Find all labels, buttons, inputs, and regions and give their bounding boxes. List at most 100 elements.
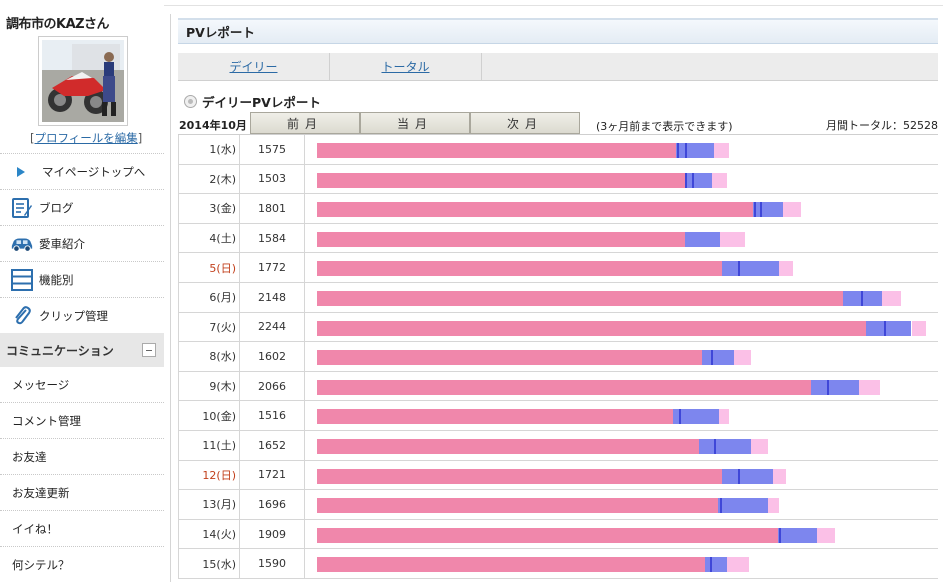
pv-bar-light-segment — [782, 202, 802, 218]
list-icon — [10, 268, 34, 291]
pv-bar-marker — [684, 143, 687, 158]
sidebar-item-label: お友達更新 — [12, 485, 70, 500]
pv-bar-blue-segment — [722, 261, 780, 277]
pv-bar-main-segment — [317, 498, 718, 514]
sidebar-item-what-doing[interactable]: 何シテル？ — [0, 547, 164, 582]
pv-bar-marker — [827, 379, 830, 395]
pv-bar-light-segment — [881, 290, 902, 306]
pv-bar-main-segment — [317, 320, 866, 336]
pv-bar-marker — [711, 350, 714, 366]
sidebar-item-label: 機能別 — [39, 272, 74, 287]
pv-bar-blue-segment — [778, 527, 817, 543]
edit-profile-link-wrap: [プロフィールを編集] — [30, 130, 142, 146]
sidebar-item-label: お友達 — [12, 449, 47, 464]
row-date: 12(日) — [202, 468, 236, 482]
pv-bar-main-segment — [317, 172, 685, 188]
sidebar-item-functions[interactable]: 機能別 — [0, 261, 164, 297]
range-note: (3ヶ月前まで表示できます) — [596, 120, 733, 133]
sidebar-section-communication[interactable]: コミュニケーション — [0, 333, 164, 367]
table-row: 9(木) 2066 — [178, 371, 938, 402]
sidebar-item-friends[interactable]: お友達 — [0, 439, 164, 475]
pv-bar-marker — [760, 202, 763, 218]
pv-bar-marker — [720, 498, 723, 514]
paperclip-icon — [10, 305, 34, 327]
collapse-minus-icon[interactable] — [142, 343, 156, 357]
prev-month-button[interactable]: 前月 — [250, 112, 360, 134]
sidebar-item-likes[interactable]: イイね！ — [0, 511, 164, 547]
pv-bar-main-segment — [317, 350, 702, 366]
pv-bar-main-segment — [317, 557, 706, 573]
pv-bar-light-segment — [720, 231, 746, 247]
pv-bar-light-segment — [712, 172, 727, 188]
table-row: 8(水) 1602 — [178, 342, 938, 372]
sidebar-item-mypage-top[interactable]: マイページトップへ — [0, 153, 164, 189]
pv-bar-main-segment — [317, 438, 699, 454]
row-date: 3(金) — [209, 202, 236, 216]
report-title: デイリーPVレポート — [184, 92, 321, 111]
row-pv-count: 1590 — [239, 549, 305, 578]
table-row: 11(土) 1652 — [178, 430, 938, 461]
table-row: 5(日) 1772 — [178, 253, 938, 283]
row-pv-count: 1909 — [239, 519, 305, 549]
sidebar-item-label: メッセージ — [12, 377, 70, 392]
pv-bar-light-segment — [768, 498, 780, 514]
table-row: 6(月) 2148 — [178, 282, 938, 313]
pv-bar-light-segment — [772, 468, 787, 484]
sidebar-item-label: 愛車紹介 — [39, 236, 85, 251]
sidebar-item-clip[interactable]: クリップ管理 — [0, 297, 164, 333]
sidebar-item-label: マイページトップへ — [42, 164, 146, 179]
row-date: 5(日) — [209, 261, 236, 275]
row-pv-count: 1516 — [239, 401, 305, 430]
table-row: 2(木) 1503 — [178, 164, 938, 195]
row-pv-count: 1696 — [239, 490, 305, 519]
sidebar-item-label: 何シテル？ — [12, 557, 70, 572]
row-date: 10(金) — [202, 409, 236, 423]
pv-bar-marker — [709, 557, 712, 573]
report-tabs: デイリー トータル — [178, 53, 938, 81]
column-divider — [170, 14, 171, 582]
table-row: 14(火) 1909 — [178, 519, 938, 550]
pv-bar-light-segment — [733, 350, 751, 366]
pv-bar-marker — [685, 172, 688, 188]
tab-total-link[interactable]: トータル — [381, 58, 429, 75]
tab-daily-link[interactable]: デイリー — [229, 58, 277, 75]
sidebar-item-label: ブログ — [39, 200, 74, 215]
pv-bar-main-segment — [317, 527, 779, 543]
pv-bar-marker — [753, 202, 756, 218]
next-month-button[interactable]: 次月 — [470, 112, 580, 134]
table-row: 3(金) 1801 — [178, 194, 938, 224]
tab-total[interactable]: トータル — [330, 53, 482, 80]
sidebar-item-blog[interactable]: ブログ — [0, 189, 164, 225]
tab-daily[interactable]: デイリー — [178, 53, 330, 80]
section-title: コミュニケーション — [6, 343, 114, 358]
pv-bar-main-segment — [317, 261, 723, 277]
pv-daily-table: 1(水) 1575 2(木) 1503 3(金) 1801 4(土) 1584 5(日) 1772… — [178, 134, 938, 579]
current-month-button[interactable]: 当月 — [360, 112, 470, 134]
row-date: 11(土) — [202, 439, 236, 453]
sidebar-item-messages[interactable]: メッセージ — [0, 367, 164, 403]
sidebar-menu: マイページトップへ ブログ 愛車紹介 機能別 クリップ管理 コミュニケーション … — [0, 153, 164, 582]
sidebar-item-car[interactable]: 愛車紹介 — [0, 225, 164, 261]
pv-bar-blue-segment — [675, 143, 715, 158]
monthly-total: 月間トータル：52528 — [826, 119, 938, 132]
month-controls: 2014年10月 前月 当月 次月 (3ヶ月前まで表示できます) 月間トータル：… — [178, 112, 938, 134]
pv-bar-marker — [884, 320, 887, 336]
pv-bar-light-segment — [779, 261, 794, 277]
pv-bar-main-segment — [317, 379, 812, 395]
table-row: 12(日) 1721 — [178, 460, 938, 491]
page-title: PVレポート — [178, 18, 938, 44]
pv-bar-marker — [679, 409, 682, 425]
edit-profile-bracket-close: ] — [137, 131, 143, 145]
edit-profile-link[interactable]: プロフィールを編集 — [35, 131, 138, 145]
row-pv-count: 2148 — [239, 282, 305, 312]
pv-bar-main-segment — [317, 202, 754, 218]
row-date: 8(水) — [209, 350, 236, 364]
pv-bar-blue-segment — [684, 172, 713, 188]
sidebar-item-comment-management[interactable]: コメント管理 — [0, 403, 164, 439]
pv-bar-marker — [714, 438, 717, 454]
pv-bar-marker — [738, 261, 741, 277]
avatar[interactable] — [38, 36, 128, 126]
sidebar-item-friend-updates[interactable]: お友達更新 — [0, 475, 164, 511]
user-name: 調布市のKAZさん — [6, 17, 110, 32]
pv-bar-blue-segment — [753, 202, 783, 218]
